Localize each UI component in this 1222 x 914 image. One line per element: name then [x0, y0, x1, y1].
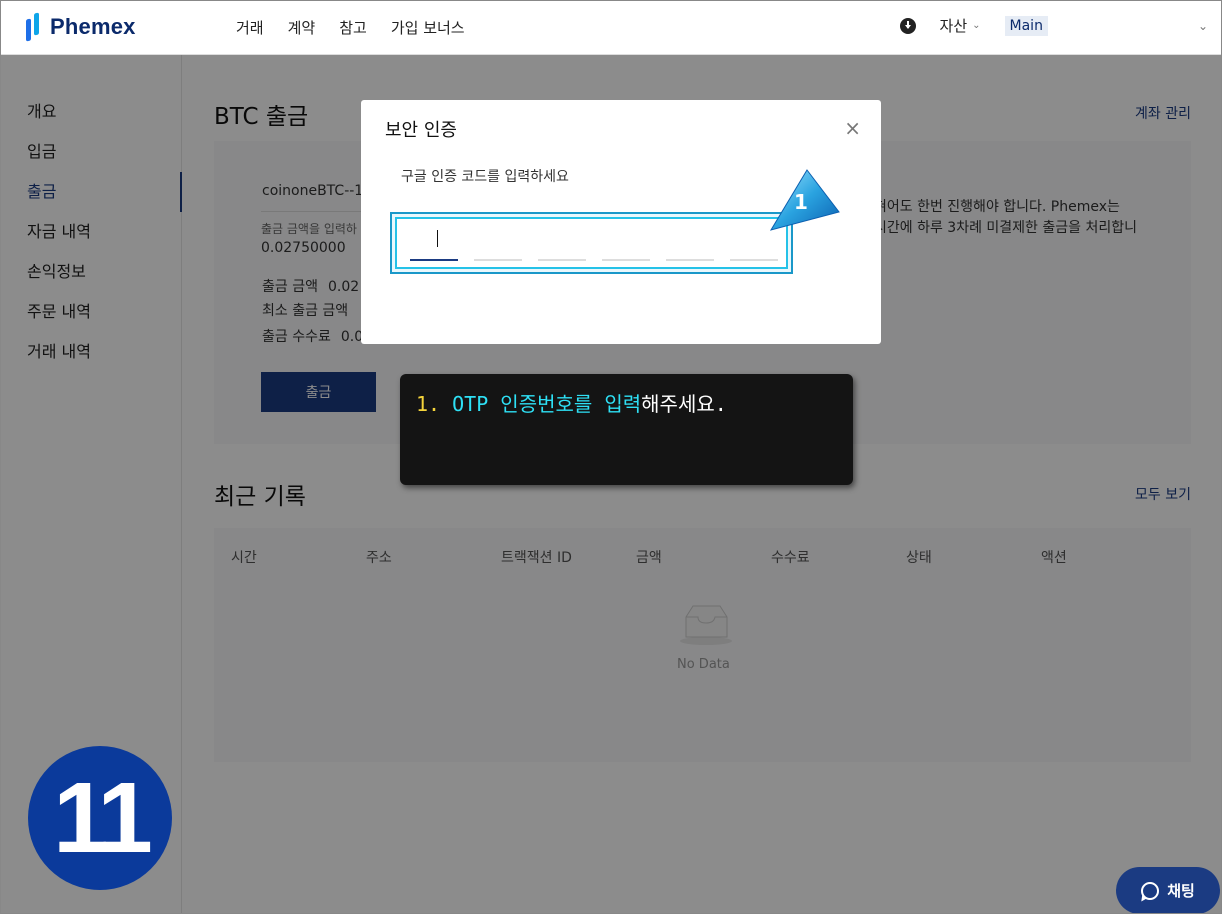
- account-chevron-down-icon[interactable]: ⌄: [1198, 19, 1208, 33]
- otp-highlight-box: [390, 212, 793, 274]
- otp-digit-4[interactable]: [602, 259, 650, 261]
- assets-label: 자산: [939, 17, 968, 35]
- callout-number: 1: [794, 190, 808, 214]
- assets-menu[interactable]: 자산 ⌄: [940, 15, 981, 36]
- download-icon[interactable]: [899, 17, 916, 34]
- account-badge[interactable]: Main: [1004, 15, 1048, 36]
- chat-label: 채팅: [1167, 882, 1195, 900]
- nav-contract[interactable]: 계약: [288, 17, 316, 38]
- otp-input[interactable]: [395, 217, 788, 269]
- nav-reference[interactable]: 참고: [339, 17, 367, 38]
- modal-title: 보안 인증: [385, 120, 457, 141]
- main-nav: 거래 계약 참고 가입 보너스: [236, 17, 465, 38]
- text-caret: [437, 230, 438, 247]
- otp-digit-1[interactable]: [410, 259, 458, 261]
- otp-digit-6[interactable]: [730, 259, 778, 261]
- logo-mark-icon: [24, 12, 46, 42]
- instruction-number: 1.: [416, 392, 441, 416]
- chat-bubble-icon: [1141, 881, 1160, 900]
- step-number-badge: 11: [28, 746, 172, 890]
- instruction-rest: 해주세요.: [641, 392, 727, 416]
- otp-digit-3[interactable]: [538, 259, 586, 261]
- logo-text: Phemex: [50, 14, 136, 39]
- phemex-logo[interactable]: Phemex: [24, 12, 136, 42]
- close-icon[interactable]: ×: [844, 116, 861, 140]
- otp-digit-5[interactable]: [666, 259, 714, 261]
- top-right-controls: 자산 ⌄ Main ⌄: [899, 15, 1208, 36]
- chat-button[interactable]: 채팅: [1116, 867, 1220, 914]
- instruction-text: 1. OTP 인증번호를 입력해주세요.: [416, 388, 727, 417]
- otp-label: 구글 인증 코드를 입력하세요: [401, 169, 569, 185]
- chevron-down-icon: ⌄: [972, 20, 981, 31]
- nav-signup-bonus[interactable]: 가입 보너스: [391, 17, 465, 38]
- otp-digit-2[interactable]: [474, 259, 522, 261]
- instruction-highlight: OTP 인증번호를 입력: [452, 392, 642, 416]
- nav-trade[interactable]: 거래: [236, 17, 264, 38]
- top-navbar: Phemex 거래 계약 참고 가입 보너스 자산 ⌄ Main ⌄: [0, 0, 1222, 55]
- instruction-tooltip: 1. OTP 인증번호를 입력해주세요.: [400, 374, 853, 485]
